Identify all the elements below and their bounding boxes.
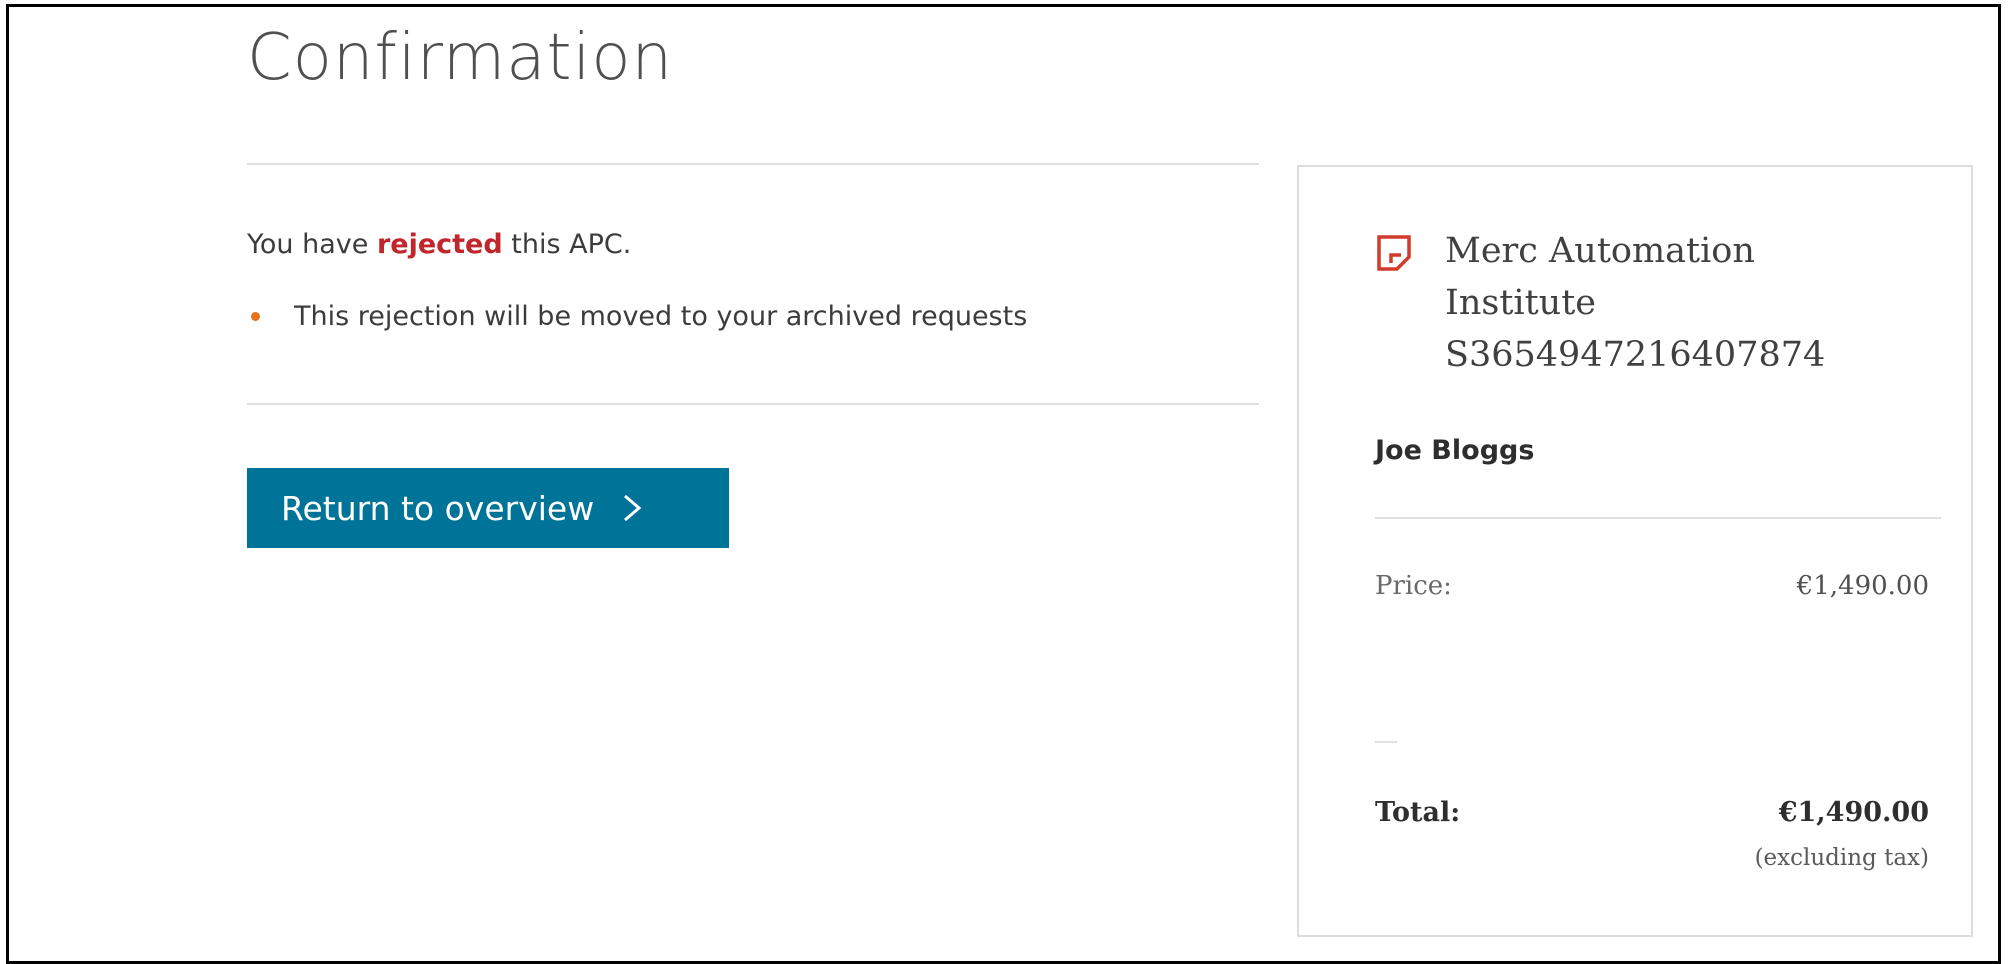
chevron-right-icon bbox=[624, 494, 642, 522]
document-icon bbox=[1377, 235, 1411, 271]
institution-name-line1: Merc Automation bbox=[1445, 231, 1755, 271]
total-value: €1,490.00 bbox=[1778, 797, 1929, 828]
return-button-label: Return to overview bbox=[281, 488, 595, 528]
message-suffix: this APC. bbox=[502, 229, 632, 260]
page-frame: Confirmation You have rejected this APC.… bbox=[6, 4, 2001, 964]
institution-id: S3654947216407874 bbox=[1445, 335, 1826, 375]
rejection-message: You have rejected this APC. bbox=[247, 229, 631, 260]
bullet-text: This rejection will be moved to your arc… bbox=[294, 301, 1028, 332]
total-label: Total: bbox=[1375, 797, 1461, 828]
return-to-overview-button[interactable]: Return to overview bbox=[247, 468, 729, 548]
info-bullet: This rejection will be moved to your arc… bbox=[247, 301, 1027, 332]
price-value: €1,490.00 bbox=[1796, 571, 1929, 601]
bullet-dot-icon bbox=[251, 312, 260, 321]
separator-dash bbox=[1375, 741, 1397, 743]
divider bbox=[247, 403, 1259, 405]
institution-name-line2: Institute bbox=[1445, 283, 1596, 323]
divider bbox=[247, 163, 1259, 165]
tax-note: (excluding tax) bbox=[1754, 845, 1929, 871]
message-prefix: You have bbox=[247, 229, 377, 260]
institution-name: Merc Automation Institute S3654947216407… bbox=[1445, 225, 1925, 381]
status-word-rejected: rejected bbox=[376, 229, 503, 260]
price-label: Price: bbox=[1375, 571, 1452, 601]
page-title: Confirmation bbox=[247, 21, 674, 95]
summary-card: Merc Automation Institute S3654947216407… bbox=[1297, 165, 1973, 937]
card-divider bbox=[1375, 517, 1941, 519]
author-name: Joe Bloggs bbox=[1375, 435, 1535, 466]
